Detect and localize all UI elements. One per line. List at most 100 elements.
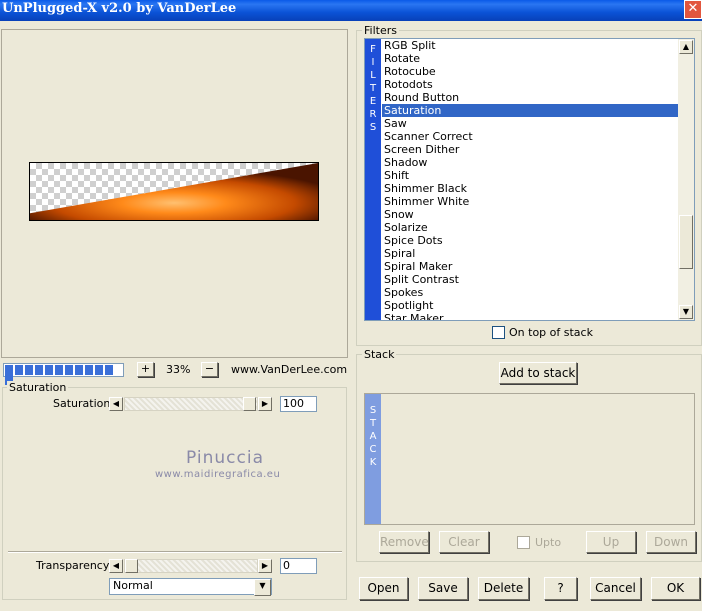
upto-checkbox[interactable]	[517, 536, 530, 549]
filter-list-item[interactable]: Spiral	[382, 247, 680, 260]
filter-list-item[interactable]: Spokes	[382, 286, 680, 299]
blend-mode-value: Normal	[113, 579, 153, 592]
filter-list-item[interactable]: RGB Split	[382, 39, 680, 52]
stack-strip-letter: T	[369, 418, 377, 429]
params-group-label: Saturation	[7, 381, 69, 394]
stack-listbox[interactable]: STACK	[364, 393, 695, 525]
down-button[interactable]: Down	[646, 531, 696, 553]
stack-group-label: Stack	[362, 348, 397, 361]
open-button[interactable]: Open	[359, 577, 408, 600]
transparency-slider-thumb[interactable]	[125, 559, 138, 573]
filter-list-item[interactable]: Saw	[382, 117, 680, 130]
progress-segment	[55, 365, 63, 375]
filter-list-item[interactable]: Shimmer White	[382, 195, 680, 208]
filter-list-item[interactable]: Rotodots	[382, 78, 680, 91]
scroll-thumb[interactable]	[679, 215, 693, 269]
progress-segment	[25, 365, 33, 375]
close-button[interactable]: ✕	[684, 0, 702, 19]
progress-segment	[15, 365, 23, 375]
stack-strip-letter: A	[369, 431, 377, 442]
clear-button[interactable]: Clear	[439, 531, 489, 553]
progress-segment	[65, 365, 73, 375]
remove-button[interactable]: Remove	[379, 531, 429, 553]
filter-list-item[interactable]: Shadow	[382, 156, 680, 169]
scroll-down-arrow[interactable]: ▼	[679, 305, 693, 319]
filter-list-item[interactable]: Spotlight	[382, 299, 680, 312]
up-button[interactable]: Up	[586, 531, 636, 553]
filter-list-item[interactable]: Star Maker	[382, 312, 680, 320]
divider	[8, 551, 342, 553]
chevron-down-icon[interactable]: ▼	[254, 579, 271, 596]
progress-bar	[3, 363, 124, 385]
filter-list-item[interactable]: Rotocube	[382, 65, 680, 78]
ok-button[interactable]: OK	[651, 577, 700, 600]
on-top-checkbox[interactable]	[492, 326, 505, 339]
saturation-label: Saturation	[53, 397, 111, 410]
stack-strip-letter: C	[369, 444, 377, 455]
filters-strip-letter: L	[370, 70, 376, 81]
progress-segment	[105, 365, 113, 375]
delete-button[interactable]: Delete	[478, 577, 529, 600]
filter-list-item[interactable]: Rotate	[382, 52, 680, 65]
filters-side-strip: FILTERS	[365, 39, 381, 320]
filter-list-item[interactable]: Spiral Maker	[382, 260, 680, 273]
scroll-up-arrow[interactable]: ▲	[679, 40, 693, 54]
transparency-right-arrow[interactable]: ▶	[258, 559, 272, 573]
transparency-label: Transparency	[36, 559, 110, 572]
filters-strip-letter: I	[371, 57, 375, 68]
website-link[interactable]: www.VanDerLee.com	[231, 363, 347, 376]
filter-list[interactable]: RGB Split Rotate Rotocube Rotodots Round But…	[382, 39, 680, 320]
filters-strip-letter: T	[369, 83, 377, 94]
zoom-level: 33%	[166, 363, 191, 376]
filter-list-item[interactable]: Spice Dots	[382, 234, 680, 247]
zoom-in-button[interactable]: +	[137, 362, 154, 377]
filter-list-item[interactable]: Split Contrast	[382, 273, 680, 286]
filter-list-item[interactable]: Scanner Correct	[382, 130, 680, 143]
filter-list-item[interactable]: Screen Dither	[382, 143, 680, 156]
filter-list-item[interactable]: Solarize	[382, 221, 680, 234]
blend-mode-select[interactable]: Normal ▼	[109, 578, 272, 596]
filter-list-item[interactable]: Round Button	[382, 91, 680, 104]
progress-segment	[95, 365, 103, 375]
zoom-out-button[interactable]: −	[201, 362, 218, 377]
window-title: UnPlugged-X v2.0 by VanDerLee	[2, 1, 237, 16]
progress-segment	[85, 365, 93, 375]
transparency-left-arrow[interactable]: ◀	[109, 559, 123, 573]
saturation-right-arrow[interactable]: ▶	[258, 397, 272, 411]
saturation-slider-thumb[interactable]	[243, 397, 256, 411]
title-bar: UnPlugged-X v2.0 by VanDerLee	[0, 0, 702, 21]
filter-list-item[interactable]: Shimmer Black	[382, 182, 680, 195]
filter-list-item[interactable]: Saturation	[382, 104, 680, 117]
saturation-slider-track[interactable]	[124, 397, 258, 411]
progress-segment	[35, 365, 43, 375]
stack-side-strip: STACK	[365, 394, 381, 524]
add-to-stack-button[interactable]: Add to stack	[499, 362, 577, 384]
filter-listbox[interactable]: FILTERS RGB Split Rotate Rotocube Rotodots R…	[364, 38, 695, 321]
stack-strip-letter: S	[369, 405, 377, 416]
saturation-value-field[interactable]: 100	[280, 396, 317, 412]
saturation-left-arrow[interactable]: ◀	[109, 397, 123, 411]
filter-scrollbar[interactable]: ▲ ▼	[678, 39, 694, 320]
stack-strip-letter: K	[369, 457, 377, 468]
filter-list-item[interactable]: Snow	[382, 208, 680, 221]
cancel-button[interactable]: Cancel	[590, 577, 641, 600]
progress-segment	[45, 365, 53, 375]
preview-image	[29, 162, 319, 221]
filters-group-label: Filters	[362, 24, 399, 37]
filters-strip-letter: R	[369, 109, 377, 120]
progress-segment	[75, 365, 83, 375]
transparency-value-field[interactable]: 0	[280, 558, 317, 574]
filters-strip-letter: E	[369, 96, 377, 107]
transparency-slider-track[interactable]	[124, 559, 258, 573]
filters-strip-letter: F	[370, 44, 376, 55]
filter-list-item[interactable]: Shift	[382, 169, 680, 182]
progress-segment	[5, 365, 13, 375]
save-button[interactable]: Save	[418, 577, 468, 600]
upto-label: Upto	[535, 536, 562, 549]
on-top-label: On top of stack	[509, 326, 593, 339]
help-button[interactable]: ?	[544, 577, 577, 600]
watermark-title: Pinuccia	[186, 448, 264, 468]
watermark-url: www.maidiregrafica.eu	[155, 469, 281, 480]
filters-strip-letter: S	[369, 122, 377, 133]
gradient-wedge	[30, 163, 318, 220]
